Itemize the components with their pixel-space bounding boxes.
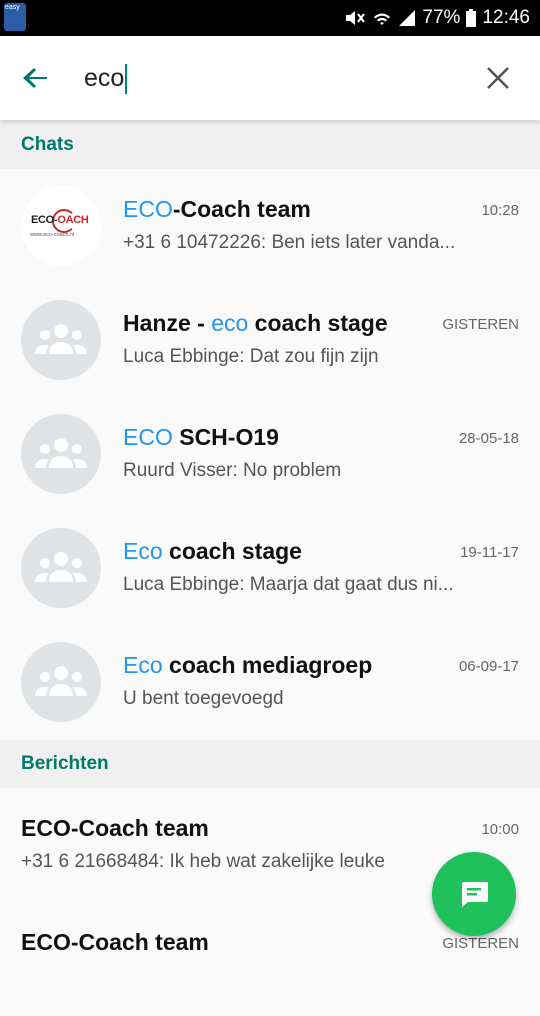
chat-row[interactable]: Eco coach mediagroep U bent toegevoegd 0… — [0, 625, 540, 739]
chat-title: Eco coach mediagroep — [123, 652, 373, 678]
section-header-chats: Chats — [0, 121, 540, 169]
chat-row[interactable]: Hanze - eco coach stage Luca Ebbinge: Da… — [0, 283, 540, 397]
back-arrow-icon[interactable] — [20, 62, 52, 94]
group-icon — [21, 300, 101, 380]
battery-percent: 77% — [422, 7, 461, 28]
chat-row[interactable]: ECO-OACH www.eco-coach.nl ECO-Coach team… — [0, 169, 540, 283]
message-time: 10:00 — [481, 821, 519, 838]
section-header-messages: Berichten — [0, 740, 540, 788]
wifi-icon — [374, 13, 391, 25]
mute-icon — [346, 11, 366, 25]
chat-time: 19-11-17 — [460, 544, 519, 561]
new-chat-button[interactable] — [432, 852, 516, 936]
chat-bubble-icon — [462, 882, 488, 907]
message-title: ECO-Coach team — [21, 815, 209, 841]
chat-preview: Ruurd Visser: No problem — [123, 460, 342, 481]
battery-icon — [466, 9, 477, 27]
group-icon — [21, 414, 101, 494]
chat-time: 28-05-18 — [458, 430, 519, 447]
chat-preview: +31 6 10472226: Ben iets later vanda... — [123, 232, 456, 253]
group-icon — [21, 528, 101, 608]
message-time: GISTEREN — [442, 935, 519, 952]
signal-icon — [399, 10, 416, 26]
search-bar: eco — [0, 36, 540, 120]
message-title: ECO-Coach team — [21, 929, 209, 955]
search-input[interactable]: eco — [84, 58, 128, 98]
chat-title: ECO SCH-O19 — [123, 424, 279, 450]
chat-preview: Luca Ebbinge: Dat zou fijn zijn — [123, 346, 379, 367]
chat-title: Eco coach stage — [123, 538, 302, 564]
text-caret — [125, 64, 128, 95]
chat-row[interactable]: ECO SCH-O19 Ruurd Visser: No problem 28-… — [0, 397, 540, 511]
chat-preview: U bent toegevoegd — [123, 688, 284, 709]
status-bar: easy 77% 12:46 — [0, 0, 540, 36]
group-icon — [21, 642, 101, 722]
app-notification-icon: easy — [4, 3, 26, 31]
chat-title: ECO-Coach team — [123, 196, 311, 222]
clock: 12:46 — [482, 7, 530, 28]
chat-preview: Luca Ebbinge: Maarja dat gaat dus ni... — [123, 574, 454, 595]
chat-time: GISTEREN — [442, 316, 519, 333]
chat-title: Hanze - eco coach stage — [123, 310, 388, 336]
chat-time: 10:28 — [481, 202, 519, 219]
message-preview: +31 6 21668484: Ik heb wat zakelijke leu… — [21, 851, 385, 872]
chat-row[interactable]: Eco coach stage Luca Ebbinge: Maarja dat… — [0, 511, 540, 625]
chat-time: 06-09-17 — [458, 658, 519, 675]
eco-coach-logo-avatar: ECO-OACH www.eco-coach.nl — [21, 186, 101, 266]
close-icon[interactable] — [484, 64, 512, 92]
